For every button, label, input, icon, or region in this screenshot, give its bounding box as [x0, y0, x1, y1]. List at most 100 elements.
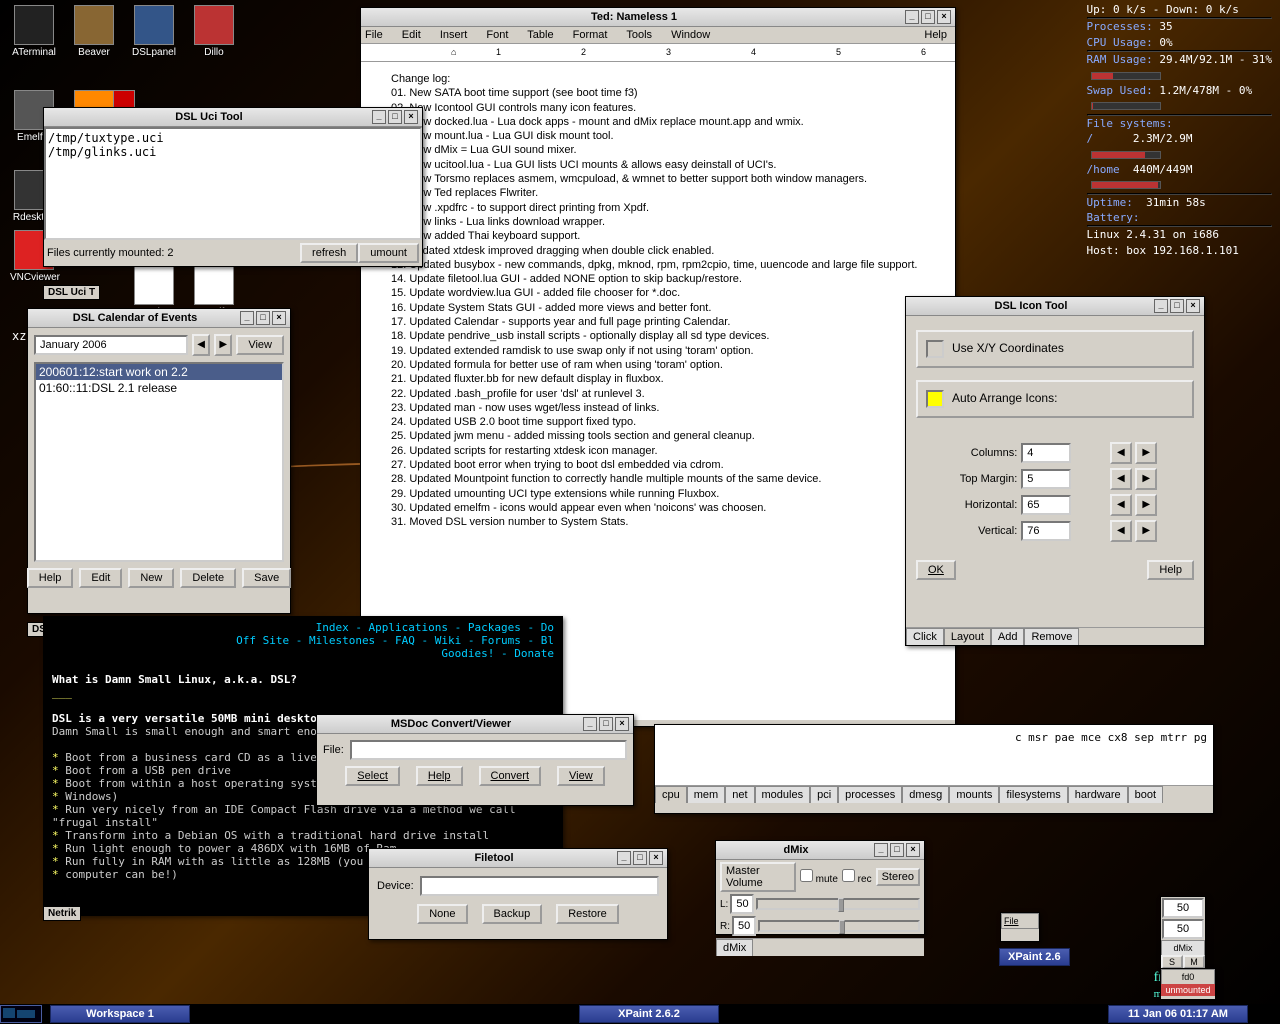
- tab-mem[interactable]: mem: [687, 786, 725, 803]
- close-button[interactable]: ×: [906, 843, 920, 857]
- backup-button[interactable]: Backup: [482, 904, 543, 924]
- mount-status[interactable]: unmounted: [1161, 984, 1215, 996]
- dec-button[interactable]: ◀: [1110, 520, 1132, 542]
- close-button[interactable]: ×: [1186, 299, 1200, 313]
- minimize-button[interactable]: _: [1154, 299, 1168, 313]
- menu-edit[interactable]: Edit: [402, 29, 421, 41]
- maximize-button[interactable]: □: [633, 851, 647, 865]
- minimize-button[interactable]: _: [617, 851, 631, 865]
- minimize-button[interactable]: _: [583, 717, 597, 731]
- tab-dmix[interactable]: dMix: [716, 939, 753, 956]
- dec-button[interactable]: ◀: [1110, 468, 1132, 490]
- close-button[interactable]: ×: [272, 311, 286, 325]
- icon-tool-window[interactable]: DSL Icon Tool _ □ × Use X/Y Coordinates …: [905, 296, 1205, 646]
- tab-processes[interactable]: processes: [838, 786, 902, 803]
- inc-button[interactable]: ▶: [1135, 442, 1157, 464]
- menu-table[interactable]: Table: [527, 29, 553, 41]
- mute-checkbox[interactable]: mute: [800, 869, 838, 885]
- dec-button[interactable]: ◀: [1110, 442, 1132, 464]
- convert-button[interactable]: Convert: [479, 766, 542, 786]
- help-button[interactable]: Help: [27, 568, 74, 588]
- sysinfo-window[interactable]: c msr pae mce cx8 sep mtrr pg cpumemnetm…: [654, 724, 1214, 814]
- l-slider[interactable]: [756, 898, 920, 910]
- maximize-button[interactable]: □: [1170, 299, 1184, 313]
- tab-boot[interactable]: boot: [1128, 786, 1163, 803]
- xpaint-taskbar-button[interactable]: XPaint 2.6: [999, 948, 1070, 966]
- topmargin-input[interactable]: [1021, 469, 1071, 489]
- tab-pci[interactable]: pci: [810, 786, 838, 803]
- inc-button[interactable]: ▶: [1135, 494, 1157, 516]
- prev-month-button[interactable]: ◀: [192, 334, 210, 356]
- clock[interactable]: 11 Jan 06 01:17 AM: [1108, 1005, 1248, 1023]
- month-input[interactable]: [34, 335, 188, 355]
- next-month-button[interactable]: ▶: [214, 334, 232, 356]
- menu-font[interactable]: Font: [486, 29, 508, 41]
- menu-file[interactable]: File: [365, 29, 383, 41]
- netrik-taskbar-label[interactable]: Netrik: [43, 906, 81, 921]
- minimize-button[interactable]: _: [372, 110, 386, 124]
- uci-tool-window[interactable]: DSL Uci Tool _ □ × /tmp/tuxtype.uci /tmp…: [43, 107, 423, 267]
- menu-insert[interactable]: Insert: [440, 29, 468, 41]
- close-button[interactable]: ×: [615, 717, 629, 731]
- ted-titlebar[interactable]: Ted: Nameless 1 _ □ ×: [361, 8, 955, 27]
- netrik-links[interactable]: Index - Applications - Packages - Do Off…: [52, 621, 554, 660]
- horizontal-input[interactable]: [1021, 495, 1071, 515]
- none-button[interactable]: None: [417, 904, 467, 924]
- maximize-button[interactable]: □: [599, 717, 613, 731]
- uci-taskbar-button[interactable]: DSL Uci T: [43, 285, 100, 300]
- maximize-button[interactable]: □: [921, 10, 935, 24]
- delete-button[interactable]: Delete: [180, 568, 236, 588]
- msdoc-window[interactable]: MSDoc Convert/Viewer _ □ × File: Select …: [316, 714, 634, 806]
- active-window-button[interactable]: XPaint 2.6.2: [579, 1005, 719, 1023]
- taskbar[interactable]: Workspace 1 XPaint 2.6.2 11 Jan 06 01:17…: [0, 1004, 1280, 1024]
- view-button[interactable]: View: [557, 766, 605, 786]
- close-button[interactable]: ×: [649, 851, 663, 865]
- desktop-icon-beaver[interactable]: Beaver: [70, 5, 118, 58]
- vertical-input[interactable]: [1021, 521, 1071, 541]
- ted-menubar[interactable]: File Edit Insert Font Table Format Tools…: [361, 27, 955, 44]
- maximize-button[interactable]: □: [256, 311, 270, 325]
- tab-add[interactable]: Add: [991, 628, 1025, 645]
- filetool-window[interactable]: Filetool _ □ × Device: None Backup Resto…: [368, 848, 668, 940]
- menu-window[interactable]: Window: [671, 29, 710, 41]
- minimize-button[interactable]: _: [240, 311, 254, 325]
- minimize-button[interactable]: _: [905, 10, 919, 24]
- list-item[interactable]: 01:60::11:DSL 2.1 release: [36, 380, 282, 396]
- master-volume-label[interactable]: Master Volume: [720, 862, 796, 892]
- tab-cpu[interactable]: cpu: [655, 786, 687, 803]
- select-button[interactable]: Select: [345, 766, 400, 786]
- tab-click[interactable]: Click: [906, 628, 944, 645]
- edit-button[interactable]: Edit: [79, 568, 122, 588]
- save-button[interactable]: Save: [242, 568, 291, 588]
- new-button[interactable]: New: [128, 568, 174, 588]
- help-button[interactable]: Help: [416, 766, 463, 786]
- inc-button[interactable]: ▶: [1135, 468, 1157, 490]
- calendar-window[interactable]: DSL Calendar of Events _ □ × ◀ ▶ View 20…: [27, 308, 291, 614]
- tab-filesystems[interactable]: filesystems: [999, 786, 1067, 803]
- desktop-icon-dslpanel[interactable]: DSLpanel: [130, 5, 178, 58]
- r-slider[interactable]: [758, 920, 920, 932]
- help-button[interactable]: Help: [1147, 560, 1194, 580]
- tab-layout[interactable]: Layout: [944, 628, 991, 645]
- inc-button[interactable]: ▶: [1135, 520, 1157, 542]
- restore-button[interactable]: Restore: [556, 904, 619, 924]
- view-button[interactable]: View: [236, 335, 284, 355]
- uci-list[interactable]: /tmp/tuxtype.uci /tmp/glinks.uci: [44, 127, 422, 240]
- dmix-small-panel[interactable]: 50 50 dMix SM: [1160, 896, 1206, 966]
- pager[interactable]: [0, 1005, 42, 1023]
- minimize-button[interactable]: _: [874, 843, 888, 857]
- refresh-button[interactable]: refresh: [300, 243, 358, 263]
- device-input[interactable]: [420, 876, 659, 896]
- tab-hardware[interactable]: hardware: [1068, 786, 1128, 803]
- tab-remove[interactable]: Remove: [1024, 628, 1079, 645]
- list-item[interactable]: 200601:12:start work on 2.2: [36, 364, 282, 380]
- tab-modules[interactable]: modules: [755, 786, 811, 803]
- file-input[interactable]: [350, 740, 627, 760]
- desktop-icon-aterminal[interactable]: ATerminal: [10, 5, 58, 58]
- workspace-button[interactable]: Workspace 1: [50, 1005, 190, 1023]
- ted-ruler[interactable]: ⌂ 123 456: [361, 44, 955, 62]
- menu-format[interactable]: Format: [573, 29, 608, 41]
- tab-mounts[interactable]: mounts: [949, 786, 999, 803]
- xy-coords-toggle[interactable]: Use X/Y Coordinates: [916, 330, 1194, 368]
- close-button[interactable]: ×: [937, 10, 951, 24]
